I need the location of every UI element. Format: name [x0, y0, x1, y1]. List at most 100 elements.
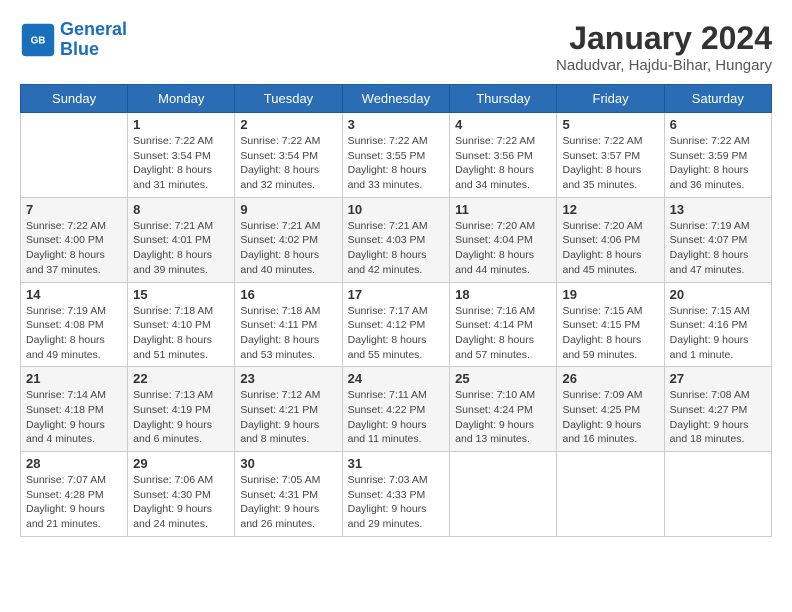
- logo-line2: Blue: [60, 39, 99, 59]
- calendar-cell: 7Sunrise: 7:22 AMSunset: 4:00 PMDaylight…: [21, 197, 128, 282]
- calendar-cell: 1 Sunrise: 7:22 AMSunset: 3:54 PMDaylight…: [128, 113, 235, 198]
- day-number: 9: [240, 202, 336, 217]
- calendar-cell: 20 Sunrise: 7:15 AMSunset: 4:16 PMDayligh…: [664, 282, 771, 367]
- day-number: 2: [240, 117, 336, 132]
- header-day-saturday: Saturday: [664, 85, 771, 113]
- calendar-cell: 31Sunrise: 7:03 AMSunset: 4:33 PMDayligh…: [342, 452, 450, 537]
- calendar-cell: [450, 452, 557, 537]
- day-info: Sunrise: 7:21 AMSunset: 4:03 PMDaylight:…: [348, 219, 445, 278]
- day-info: Sunrise: 7:08 AMSunset: 4:27 PMDaylight:…: [670, 388, 766, 447]
- day-number: 28: [26, 456, 122, 471]
- day-info: Sunrise: 7:09 AMSunset: 4:25 PMDaylight:…: [562, 388, 658, 447]
- calendar-cell: 18Sunrise: 7:16 AMSunset: 4:14 PMDayligh…: [450, 282, 557, 367]
- day-info: Sunrise: 7:14 AMSunset: 4:18 PMDaylight:…: [26, 388, 122, 447]
- day-info: Sunrise: 7:22 AMSunset: 3:54 PMDaylight:…: [240, 134, 336, 193]
- calendar-cell: 2 Sunrise: 7:22 AMSunset: 3:54 PMDaylight…: [235, 113, 342, 198]
- logo: GB General Blue: [20, 20, 127, 60]
- calendar-cell: 27 Sunrise: 7:08 AMSunset: 4:27 PMDayligh…: [664, 367, 771, 452]
- day-number: 11: [455, 202, 551, 217]
- day-info: Sunrise: 7:15 AMSunset: 4:16 PMDaylight:…: [670, 304, 766, 363]
- day-info: Sunrise: 7:22 AMSunset: 3:59 PMDaylight:…: [670, 134, 766, 193]
- calendar-cell: 3Sunrise: 7:22 AMSunset: 3:55 PMDaylight…: [342, 113, 450, 198]
- location: Nadudvar, Hajdu-Bihar, Hungary: [556, 57, 772, 74]
- calendar-cell: 25 Sunrise: 7:10 AMSunset: 4:24 PMDayligh…: [450, 367, 557, 452]
- calendar-cell: 17Sunrise: 7:17 AMSunset: 4:12 PMDayligh…: [342, 282, 450, 367]
- month-title: January 2024: [556, 20, 772, 57]
- day-info: Sunrise: 7:22 AMSunset: 3:56 PMDaylight:…: [455, 134, 551, 193]
- calendar-cell: 14 Sunrise: 7:19 AMSunset: 4:08 PMDayligh…: [21, 282, 128, 367]
- header-day-wednesday: Wednesday: [342, 85, 450, 113]
- day-info: Sunrise: 7:18 AMSunset: 4:10 PMDaylight:…: [133, 304, 229, 363]
- day-info: Sunrise: 7:21 AMSunset: 4:01 PMDaylight:…: [133, 219, 229, 278]
- calendar-cell: 4Sunrise: 7:22 AMSunset: 3:56 PMDaylight…: [450, 113, 557, 198]
- calendar-cell: 23Sunrise: 7:12 AMSunset: 4:21 PMDayligh…: [235, 367, 342, 452]
- calendar-week-5: 28 Sunrise: 7:07 AMSunset: 4:28 PMDayligh…: [21, 452, 772, 537]
- day-info: Sunrise: 7:10 AMSunset: 4:24 PMDaylight:…: [455, 388, 551, 447]
- header-day-sunday: Sunday: [21, 85, 128, 113]
- day-info: Sunrise: 7:07 AMSunset: 4:28 PMDaylight:…: [26, 473, 122, 532]
- day-number: 12: [562, 202, 658, 217]
- svg-text:GB: GB: [31, 35, 46, 46]
- calendar-header: SundayMondayTuesdayWednesdayThursdayFrid…: [21, 85, 772, 113]
- header-day-monday: Monday: [128, 85, 235, 113]
- day-number: 29: [133, 456, 229, 471]
- day-info: Sunrise: 7:20 AMSunset: 4:06 PMDaylight:…: [562, 219, 658, 278]
- calendar-week-2: 7Sunrise: 7:22 AMSunset: 4:00 PMDaylight…: [21, 197, 772, 282]
- day-info: Sunrise: 7:05 AMSunset: 4:31 PMDaylight:…: [240, 473, 336, 532]
- calendar-cell: 11 Sunrise: 7:20 AMSunset: 4:04 PMDayligh…: [450, 197, 557, 282]
- calendar-cell: [664, 452, 771, 537]
- day-info: Sunrise: 7:15 AMSunset: 4:15 PMDaylight:…: [562, 304, 658, 363]
- header-row: SundayMondayTuesdayWednesdayThursdayFrid…: [21, 85, 772, 113]
- day-number: 14: [26, 287, 122, 302]
- calendar-week-3: 14 Sunrise: 7:19 AMSunset: 4:08 PMDayligh…: [21, 282, 772, 367]
- day-info: Sunrise: 7:17 AMSunset: 4:12 PMDaylight:…: [348, 304, 445, 363]
- day-info: Sunrise: 7:22 AMSunset: 3:55 PMDaylight:…: [348, 134, 445, 193]
- logo-icon: GB: [20, 22, 56, 58]
- day-info: Sunrise: 7:16 AMSunset: 4:14 PMDaylight:…: [455, 304, 551, 363]
- calendar-cell: 21 Sunrise: 7:14 AMSunset: 4:18 PMDayligh…: [21, 367, 128, 452]
- calendar-cell: 16Sunrise: 7:18 AMSunset: 4:11 PMDayligh…: [235, 282, 342, 367]
- calendar-cell: 9Sunrise: 7:21 AMSunset: 4:02 PMDaylight…: [235, 197, 342, 282]
- day-number: 26: [562, 371, 658, 386]
- day-number: 13: [670, 202, 766, 217]
- title-block: January 2024 Nadudvar, Hajdu-Bihar, Hung…: [556, 20, 772, 74]
- calendar-cell: 29 Sunrise: 7:06 AMSunset: 4:30 PMDayligh…: [128, 452, 235, 537]
- header-day-thursday: Thursday: [450, 85, 557, 113]
- calendar-week-1: 1 Sunrise: 7:22 AMSunset: 3:54 PMDaylight…: [21, 113, 772, 198]
- calendar-cell: 12 Sunrise: 7:20 AMSunset: 4:06 PMDayligh…: [557, 197, 664, 282]
- day-number: 21: [26, 371, 122, 386]
- calendar-cell: 28 Sunrise: 7:07 AMSunset: 4:28 PMDayligh…: [21, 452, 128, 537]
- day-number: 25: [455, 371, 551, 386]
- day-number: 19: [562, 287, 658, 302]
- day-number: 20: [670, 287, 766, 302]
- day-number: 6: [670, 117, 766, 132]
- day-info: Sunrise: 7:22 AMSunset: 3:54 PMDaylight:…: [133, 134, 229, 193]
- day-number: 5: [562, 117, 658, 132]
- day-number: 22: [133, 371, 229, 386]
- day-info: Sunrise: 7:19 AMSunset: 4:07 PMDaylight:…: [670, 219, 766, 278]
- page-header: GB General Blue January 2024 Nadudvar, H…: [20, 20, 772, 74]
- calendar-cell: 8Sunrise: 7:21 AMSunset: 4:01 PMDaylight…: [128, 197, 235, 282]
- day-info: Sunrise: 7:18 AMSunset: 4:11 PMDaylight:…: [240, 304, 336, 363]
- day-number: 31: [348, 456, 445, 471]
- day-info: Sunrise: 7:13 AMSunset: 4:19 PMDaylight:…: [133, 388, 229, 447]
- day-info: Sunrise: 7:19 AMSunset: 4:08 PMDaylight:…: [26, 304, 122, 363]
- calendar-cell: 13 Sunrise: 7:19 AMSunset: 4:07 PMDayligh…: [664, 197, 771, 282]
- day-info: Sunrise: 7:20 AMSunset: 4:04 PMDaylight:…: [455, 219, 551, 278]
- header-day-friday: Friday: [557, 85, 664, 113]
- day-number: 15: [133, 287, 229, 302]
- day-info: Sunrise: 7:22 AMSunset: 3:57 PMDaylight:…: [562, 134, 658, 193]
- day-number: 23: [240, 371, 336, 386]
- day-info: Sunrise: 7:06 AMSunset: 4:30 PMDaylight:…: [133, 473, 229, 532]
- calendar-body: 1 Sunrise: 7:22 AMSunset: 3:54 PMDaylight…: [21, 113, 772, 537]
- day-info: Sunrise: 7:11 AMSunset: 4:22 PMDaylight:…: [348, 388, 445, 447]
- calendar-cell: 26 Sunrise: 7:09 AMSunset: 4:25 PMDayligh…: [557, 367, 664, 452]
- calendar-cell: [21, 113, 128, 198]
- day-number: 27: [670, 371, 766, 386]
- day-number: 30: [240, 456, 336, 471]
- calendar-cell: 24Sunrise: 7:11 AMSunset: 4:22 PMDayligh…: [342, 367, 450, 452]
- calendar-table: SundayMondayTuesdayWednesdayThursdayFrid…: [20, 84, 772, 537]
- day-number: 7: [26, 202, 122, 217]
- calendar-cell: 19 Sunrise: 7:15 AMSunset: 4:15 PMDayligh…: [557, 282, 664, 367]
- day-number: 1: [133, 117, 229, 132]
